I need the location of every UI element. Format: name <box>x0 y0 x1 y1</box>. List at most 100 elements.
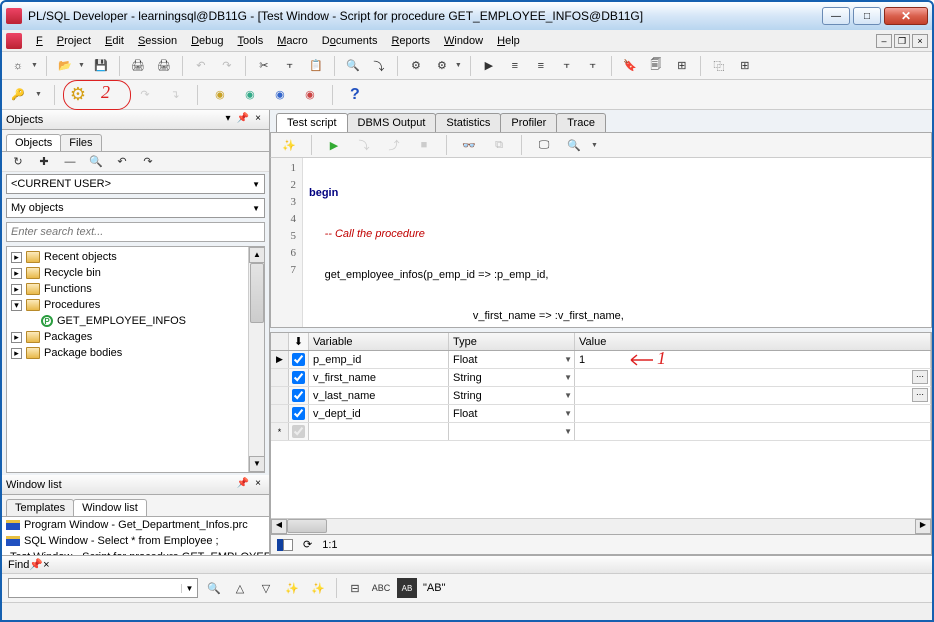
uncomment-icon[interactable]: ⫟ <box>583 56 603 76</box>
scrollbar-thumb[interactable] <box>287 519 327 533</box>
indent-right-icon[interactable]: ≡ <box>531 56 551 76</box>
cell-variable[interactable] <box>309 423 449 440</box>
find-up-icon[interactable]: △ <box>230 578 250 598</box>
open-icon[interactable]: 📂 <box>55 56 75 76</box>
expand-icon[interactable]: ▸ <box>11 332 22 343</box>
cell-value[interactable]: ⋯ <box>575 387 931 404</box>
key-icon[interactable]: 🔑 <box>8 85 28 105</box>
row-checkbox[interactable] <box>292 371 305 384</box>
expand-icon[interactable]: ▸ <box>11 252 22 263</box>
explain-icon[interactable]: 🗐 <box>646 56 666 76</box>
panel-close-icon[interactable]: × <box>251 113 265 127</box>
refresh-icon[interactable]: ↻ <box>8 152 28 172</box>
menu-reports[interactable]: Reports <box>385 33 436 49</box>
find-next-icon[interactable]: ⤵ <box>369 56 389 76</box>
tab-statistics[interactable]: Statistics <box>435 113 501 132</box>
menu-project[interactable]: Project <box>51 33 97 49</box>
print-setup-icon[interactable]: 🖨 <box>154 56 174 76</box>
beautify-icon[interactable]: ✨ <box>279 135 299 155</box>
cell-value[interactable] <box>575 423 931 440</box>
cut-icon[interactable]: ✂ <box>254 56 274 76</box>
bookmark-icon[interactable]: 🔖 <box>620 56 640 76</box>
cell-value[interactable] <box>575 405 931 422</box>
tab-files[interactable]: Files <box>60 134 101 151</box>
maximize-button[interactable]: □ <box>853 7 881 25</box>
menu-window[interactable]: Window <box>438 33 489 49</box>
window-list-item[interactable]: SQL Window - Select * from Employee ; <box>2 533 269 549</box>
step-out-icon[interactable]: ⤴ <box>384 135 404 155</box>
collapse-icon[interactable]: ▾ <box>11 300 22 311</box>
step-over-icon[interactable]: ↷ <box>135 85 155 105</box>
cell-type[interactable]: String▼ <box>449 387 575 404</box>
current-user-dropdown[interactable]: <CURRENT USER> ▼ <box>6 174 265 194</box>
row-checkbox[interactable] <box>292 407 305 420</box>
new-icon[interactable]: ☼ <box>8 56 28 76</box>
cell-variable[interactable]: p_emp_id <box>309 351 449 368</box>
tab-trace[interactable]: Trace <box>556 113 606 132</box>
breakpoint-1-icon[interactable]: ◉ <box>210 85 230 105</box>
object-tree[interactable]: ▸Recent objects ▸Recycle bin ▸Functions … <box>6 246 265 473</box>
match-case-icon[interactable]: ⊟ <box>345 578 365 598</box>
row-checkbox[interactable] <box>292 353 305 366</box>
print-icon[interactable]: 🖨 <box>128 56 148 76</box>
expand-icon[interactable]: ▸ <box>11 348 22 359</box>
help-icon[interactable]: ? <box>345 85 365 105</box>
undo-icon[interactable]: ↶ <box>191 56 211 76</box>
save-icon[interactable]: 💾 <box>91 56 111 76</box>
mdi-close[interactable]: × <box>912 34 928 48</box>
ellipsis-button[interactable]: ⋯ <box>912 370 928 384</box>
cell-type[interactable]: Float▼ <box>449 351 575 368</box>
menu-edit[interactable]: Edit <box>99 33 130 49</box>
grid-row[interactable]: ▶ p_emp_id Float▼ 1 1 <box>271 351 931 369</box>
cell-value[interactable]: ⋯ <box>575 369 931 386</box>
cell-variable[interactable]: v_dept_id <box>309 405 449 422</box>
grid-row[interactable]: v_last_name String▼ ⋯ <box>271 387 931 405</box>
zoom-icon[interactable]: 🔍 <box>564 135 584 155</box>
chevron-down-icon[interactable]: ▼ <box>564 355 572 364</box>
breakpoint-3-icon[interactable]: ◉ <box>270 85 290 105</box>
find-down-icon[interactable]: ▽ <box>256 578 276 598</box>
search-icon[interactable]: 🔍 <box>86 152 106 172</box>
menu-debug[interactable]: Debug <box>185 33 229 49</box>
compile-icon[interactable]: ⚙ <box>406 56 426 76</box>
add-icon[interactable]: ✚ <box>34 152 54 172</box>
whole-word-icon[interactable]: ABC <box>371 578 391 598</box>
grid-hscrollbar[interactable]: ◀ ▶ <box>271 518 931 534</box>
expand-icon[interactable]: ▸ <box>11 268 22 279</box>
indent-left-icon[interactable]: ≡ <box>505 56 525 76</box>
nav-back-icon[interactable]: ↶ <box>112 152 132 172</box>
dropdown-arrow-icon[interactable]: ▼ <box>35 91 42 98</box>
panel-close-icon[interactable]: × <box>251 478 265 492</box>
menu-file[interactable]: F <box>30 33 49 49</box>
panel-pin-icon[interactable]: 📌 <box>29 558 43 571</box>
dropdown-arrow-icon[interactable]: ▼ <box>31 62 38 69</box>
menu-help[interactable]: Help <box>491 33 526 49</box>
grid-row-new[interactable]: * ▼ <box>271 423 931 441</box>
step-icon[interactable]: ⤵ <box>354 135 374 155</box>
tab-objects[interactable]: Objects <box>6 134 61 151</box>
grid-row[interactable]: v_dept_id Float▼ <box>271 405 931 423</box>
menu-tools[interactable]: Tools <box>232 33 270 49</box>
header-type[interactable]: Type <box>449 333 575 350</box>
copy-icon[interactable]: ⫟ <box>280 56 300 76</box>
grid-row[interactable]: v_first_name String▼ ⋯ <box>271 369 931 387</box>
object-search-input[interactable] <box>6 222 265 242</box>
comment-icon[interactable]: ⫟ <box>557 56 577 76</box>
find-next-icon[interactable]: 🔍 <box>204 578 224 598</box>
find-input[interactable]: ▼ <box>8 578 198 598</box>
query-builder-icon[interactable]: ⊞ <box>672 56 692 76</box>
chevron-down-icon[interactable]: ▼ <box>564 409 572 418</box>
highlight-icon[interactable]: ✨ <box>282 578 302 598</box>
step-into-icon[interactable]: ↴ <box>165 85 185 105</box>
find-icon[interactable]: 🔍 <box>343 56 363 76</box>
run-icon[interactable]: ▶ <box>324 135 344 155</box>
scrollbar-thumb[interactable] <box>250 263 264 323</box>
panel-menu-icon[interactable]: ▾ <box>221 113 235 127</box>
panel-close-icon[interactable]: × <box>43 559 49 571</box>
tree-scrollbar[interactable]: ▲ ▼ <box>248 247 264 472</box>
cascade-icon[interactable]: ⿻ <box>709 56 729 76</box>
stop-icon[interactable]: ■ <box>414 135 434 155</box>
breakpoint-4-icon[interactable]: ◉ <box>300 85 320 105</box>
mdi-minimize[interactable]: – <box>876 34 892 48</box>
header-variable[interactable]: Variable <box>309 333 449 350</box>
